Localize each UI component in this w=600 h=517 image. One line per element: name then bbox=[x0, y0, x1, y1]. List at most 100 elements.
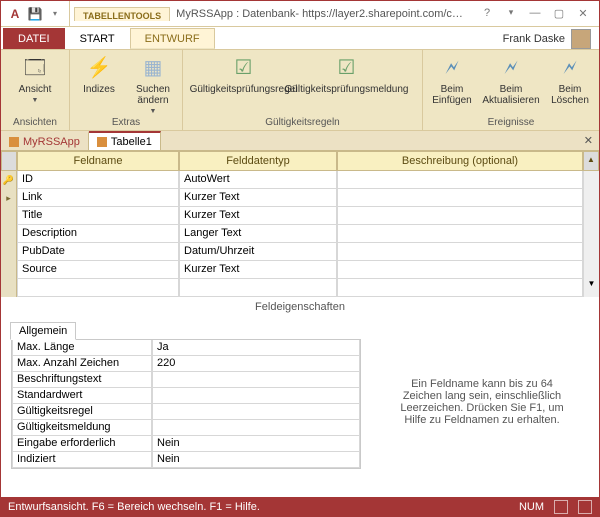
scrollbar[interactable] bbox=[583, 261, 599, 279]
prop-value[interactable] bbox=[152, 372, 360, 388]
chevron-down-icon: ▼ bbox=[32, 95, 39, 106]
prop-key: Eingabe erforderlich bbox=[12, 436, 152, 452]
row-selector-header[interactable] bbox=[1, 151, 17, 171]
row-selector[interactable] bbox=[1, 207, 17, 225]
prop-value[interactable]: Nein bbox=[152, 436, 360, 452]
row-selector[interactable]: ▸ bbox=[1, 189, 17, 207]
cell-felddatentyp[interactable]: AutoWert bbox=[179, 171, 337, 189]
doc-tab-myrssapp[interactable]: MyRSSApp bbox=[1, 131, 89, 150]
group-label: Gültigkeitsregeln bbox=[189, 117, 416, 130]
status-bar: Entwurfsansicht. F6 = Bereich wechseln. … bbox=[0, 497, 600, 517]
view-datasheet-icon[interactable] bbox=[554, 500, 568, 514]
tab-datei[interactable]: DATEI bbox=[3, 28, 65, 49]
beim-loeschen-button[interactable]: 🗲 Beim Löschen bbox=[547, 54, 593, 106]
cell-feldname[interactable]: Link bbox=[17, 189, 179, 207]
table-icon bbox=[9, 137, 19, 147]
indizes-button[interactable]: ⚡ Indizes bbox=[76, 54, 122, 95]
regel-label: Gültigkeitsprüfungsregel bbox=[190, 84, 298, 95]
doc-tab-label: MyRSSApp bbox=[23, 136, 80, 148]
prop-key: Max. Anzahl Zeichen bbox=[12, 356, 152, 372]
prop-tab-allgemein[interactable]: Allgemein bbox=[10, 322, 76, 340]
prop-value[interactable]: Ja bbox=[152, 340, 360, 356]
scroll-down-icon[interactable]: ▼ bbox=[583, 279, 599, 297]
scrollbar[interactable] bbox=[583, 243, 599, 261]
ribbon-collapse-icon[interactable]: ▾ bbox=[503, 7, 519, 20]
cell-felddatentyp[interactable] bbox=[179, 279, 337, 297]
tab-entwurf[interactable]: ENTWURF bbox=[130, 28, 215, 49]
cell-felddatentyp[interactable]: Kurzer Text bbox=[179, 261, 337, 279]
ribbon-tabs: DATEI START ENTWURF Frank Daske bbox=[1, 27, 599, 49]
prop-key: Indiziert bbox=[12, 452, 152, 468]
prop-value[interactable]: 220 bbox=[152, 356, 360, 372]
ansicht-label: Ansicht bbox=[19, 84, 52, 95]
row-selector[interactable] bbox=[1, 261, 17, 279]
doc-tab-tabelle1[interactable]: Tabelle1 bbox=[89, 131, 161, 150]
cell-beschreibung[interactable] bbox=[337, 243, 583, 261]
group-extras: ⚡ Indizes ▦ Suchen ändern ▼ Extras bbox=[70, 50, 183, 130]
col-feldname[interactable]: Feldname bbox=[17, 151, 179, 171]
cell-beschreibung[interactable] bbox=[337, 189, 583, 207]
save-icon[interactable]: 💾 bbox=[27, 6, 43, 22]
pruefungsregel-button[interactable]: ☑ Gültigkeitsprüfungsregel bbox=[204, 54, 284, 95]
property-sheet: Allgemein Max. LängeJaMax. Anzahl Zeiche… bbox=[11, 321, 361, 483]
maximize-icon[interactable]: ▢ bbox=[551, 7, 567, 20]
prop-key: Gültigkeitsregel bbox=[12, 404, 152, 420]
cell-beschreibung[interactable] bbox=[337, 225, 583, 243]
qat-chevron-icon[interactable]: ▾ bbox=[47, 6, 63, 22]
suchen-aendern-button[interactable]: ▦ Suchen ändern ▼ bbox=[130, 54, 176, 117]
beim-aktualisieren-button[interactable]: 🗲 Beim Aktualisieren bbox=[483, 54, 539, 106]
document-tabs: MyRSSApp Tabelle1 ✕ bbox=[1, 131, 599, 151]
cell-feldname[interactable]: Description bbox=[17, 225, 179, 243]
col-beschreibung[interactable]: Beschreibung (optional) bbox=[337, 151, 583, 171]
cell-feldname[interactable]: Title bbox=[17, 207, 179, 225]
ansicht-button[interactable]: 🗔 Ansicht ▼ bbox=[7, 54, 63, 106]
event-update-icon: 🗲 bbox=[497, 54, 525, 82]
cell-feldname[interactable] bbox=[17, 279, 179, 297]
close-icon[interactable]: ✕ bbox=[575, 7, 591, 20]
row-selector[interactable]: 🔑 bbox=[1, 171, 17, 189]
tab-start[interactable]: START bbox=[65, 28, 130, 49]
prop-key: Max. Länge bbox=[12, 340, 152, 356]
prop-value[interactable] bbox=[152, 420, 360, 436]
minimize-icon[interactable]: — bbox=[527, 7, 543, 20]
prop-key: Gültigkeitsmeldung bbox=[12, 420, 152, 436]
prop-value[interactable]: Nein bbox=[152, 452, 360, 468]
scrollbar[interactable] bbox=[583, 189, 599, 207]
table-icon bbox=[97, 137, 107, 147]
user-account[interactable]: Frank Daske bbox=[503, 29, 599, 49]
group-gueltigkeitsregeln: ☑ Gültigkeitsprüfungsregel ☑ Gültigkeits… bbox=[183, 50, 423, 130]
help-text: Ein Feldname kann bis zu 64 Zeichen lang… bbox=[371, 321, 593, 483]
close-tab-icon[interactable]: ✕ bbox=[578, 131, 599, 150]
cell-beschreibung[interactable] bbox=[337, 207, 583, 225]
pruefungsmeldung-button[interactable]: ☑ Gültigkeitsprüfungsmeldung bbox=[292, 54, 402, 95]
row-selector[interactable] bbox=[1, 243, 17, 261]
cell-beschreibung[interactable] bbox=[337, 261, 583, 279]
chevron-down-icon: ▼ bbox=[150, 106, 157, 117]
cell-felddatentyp[interactable]: Datum/Uhrzeit bbox=[179, 243, 337, 261]
cell-felddatentyp[interactable]: Kurzer Text bbox=[179, 189, 337, 207]
field-grid: FeldnameFelddatentypBeschreibung (option… bbox=[1, 151, 599, 297]
col-felddatentyp[interactable]: Felddatentyp bbox=[179, 151, 337, 171]
help-icon[interactable]: ? bbox=[479, 7, 495, 20]
cell-beschreibung[interactable] bbox=[337, 171, 583, 189]
cell-feldname[interactable]: Source bbox=[17, 261, 179, 279]
akt-label: Beim Aktualisieren bbox=[482, 84, 539, 106]
beim-einfuegen-button[interactable]: 🗲 Beim Einfügen bbox=[429, 54, 475, 106]
scrollbar[interactable] bbox=[583, 207, 599, 225]
cell-feldname[interactable]: ID bbox=[17, 171, 179, 189]
row-selector[interactable] bbox=[1, 225, 17, 243]
group-ansichten: 🗔 Ansicht ▼ Ansichten bbox=[1, 50, 70, 130]
cell-felddatentyp[interactable]: Langer Text bbox=[179, 225, 337, 243]
prop-value[interactable] bbox=[152, 388, 360, 404]
lower-pane: Allgemein Max. LängeJaMax. Anzahl Zeiche… bbox=[1, 317, 599, 487]
row-selector[interactable] bbox=[1, 279, 17, 297]
scrollbar[interactable] bbox=[583, 225, 599, 243]
cell-feldname[interactable]: PubDate bbox=[17, 243, 179, 261]
cell-beschreibung[interactable] bbox=[337, 279, 583, 297]
prop-value[interactable] bbox=[152, 404, 360, 420]
einf-label: Beim Einfügen bbox=[429, 84, 475, 106]
scrollbar[interactable] bbox=[583, 171, 599, 189]
scroll-up-icon[interactable]: ▲ bbox=[583, 151, 599, 171]
view-design-icon[interactable] bbox=[578, 500, 592, 514]
cell-felddatentyp[interactable]: Kurzer Text bbox=[179, 207, 337, 225]
